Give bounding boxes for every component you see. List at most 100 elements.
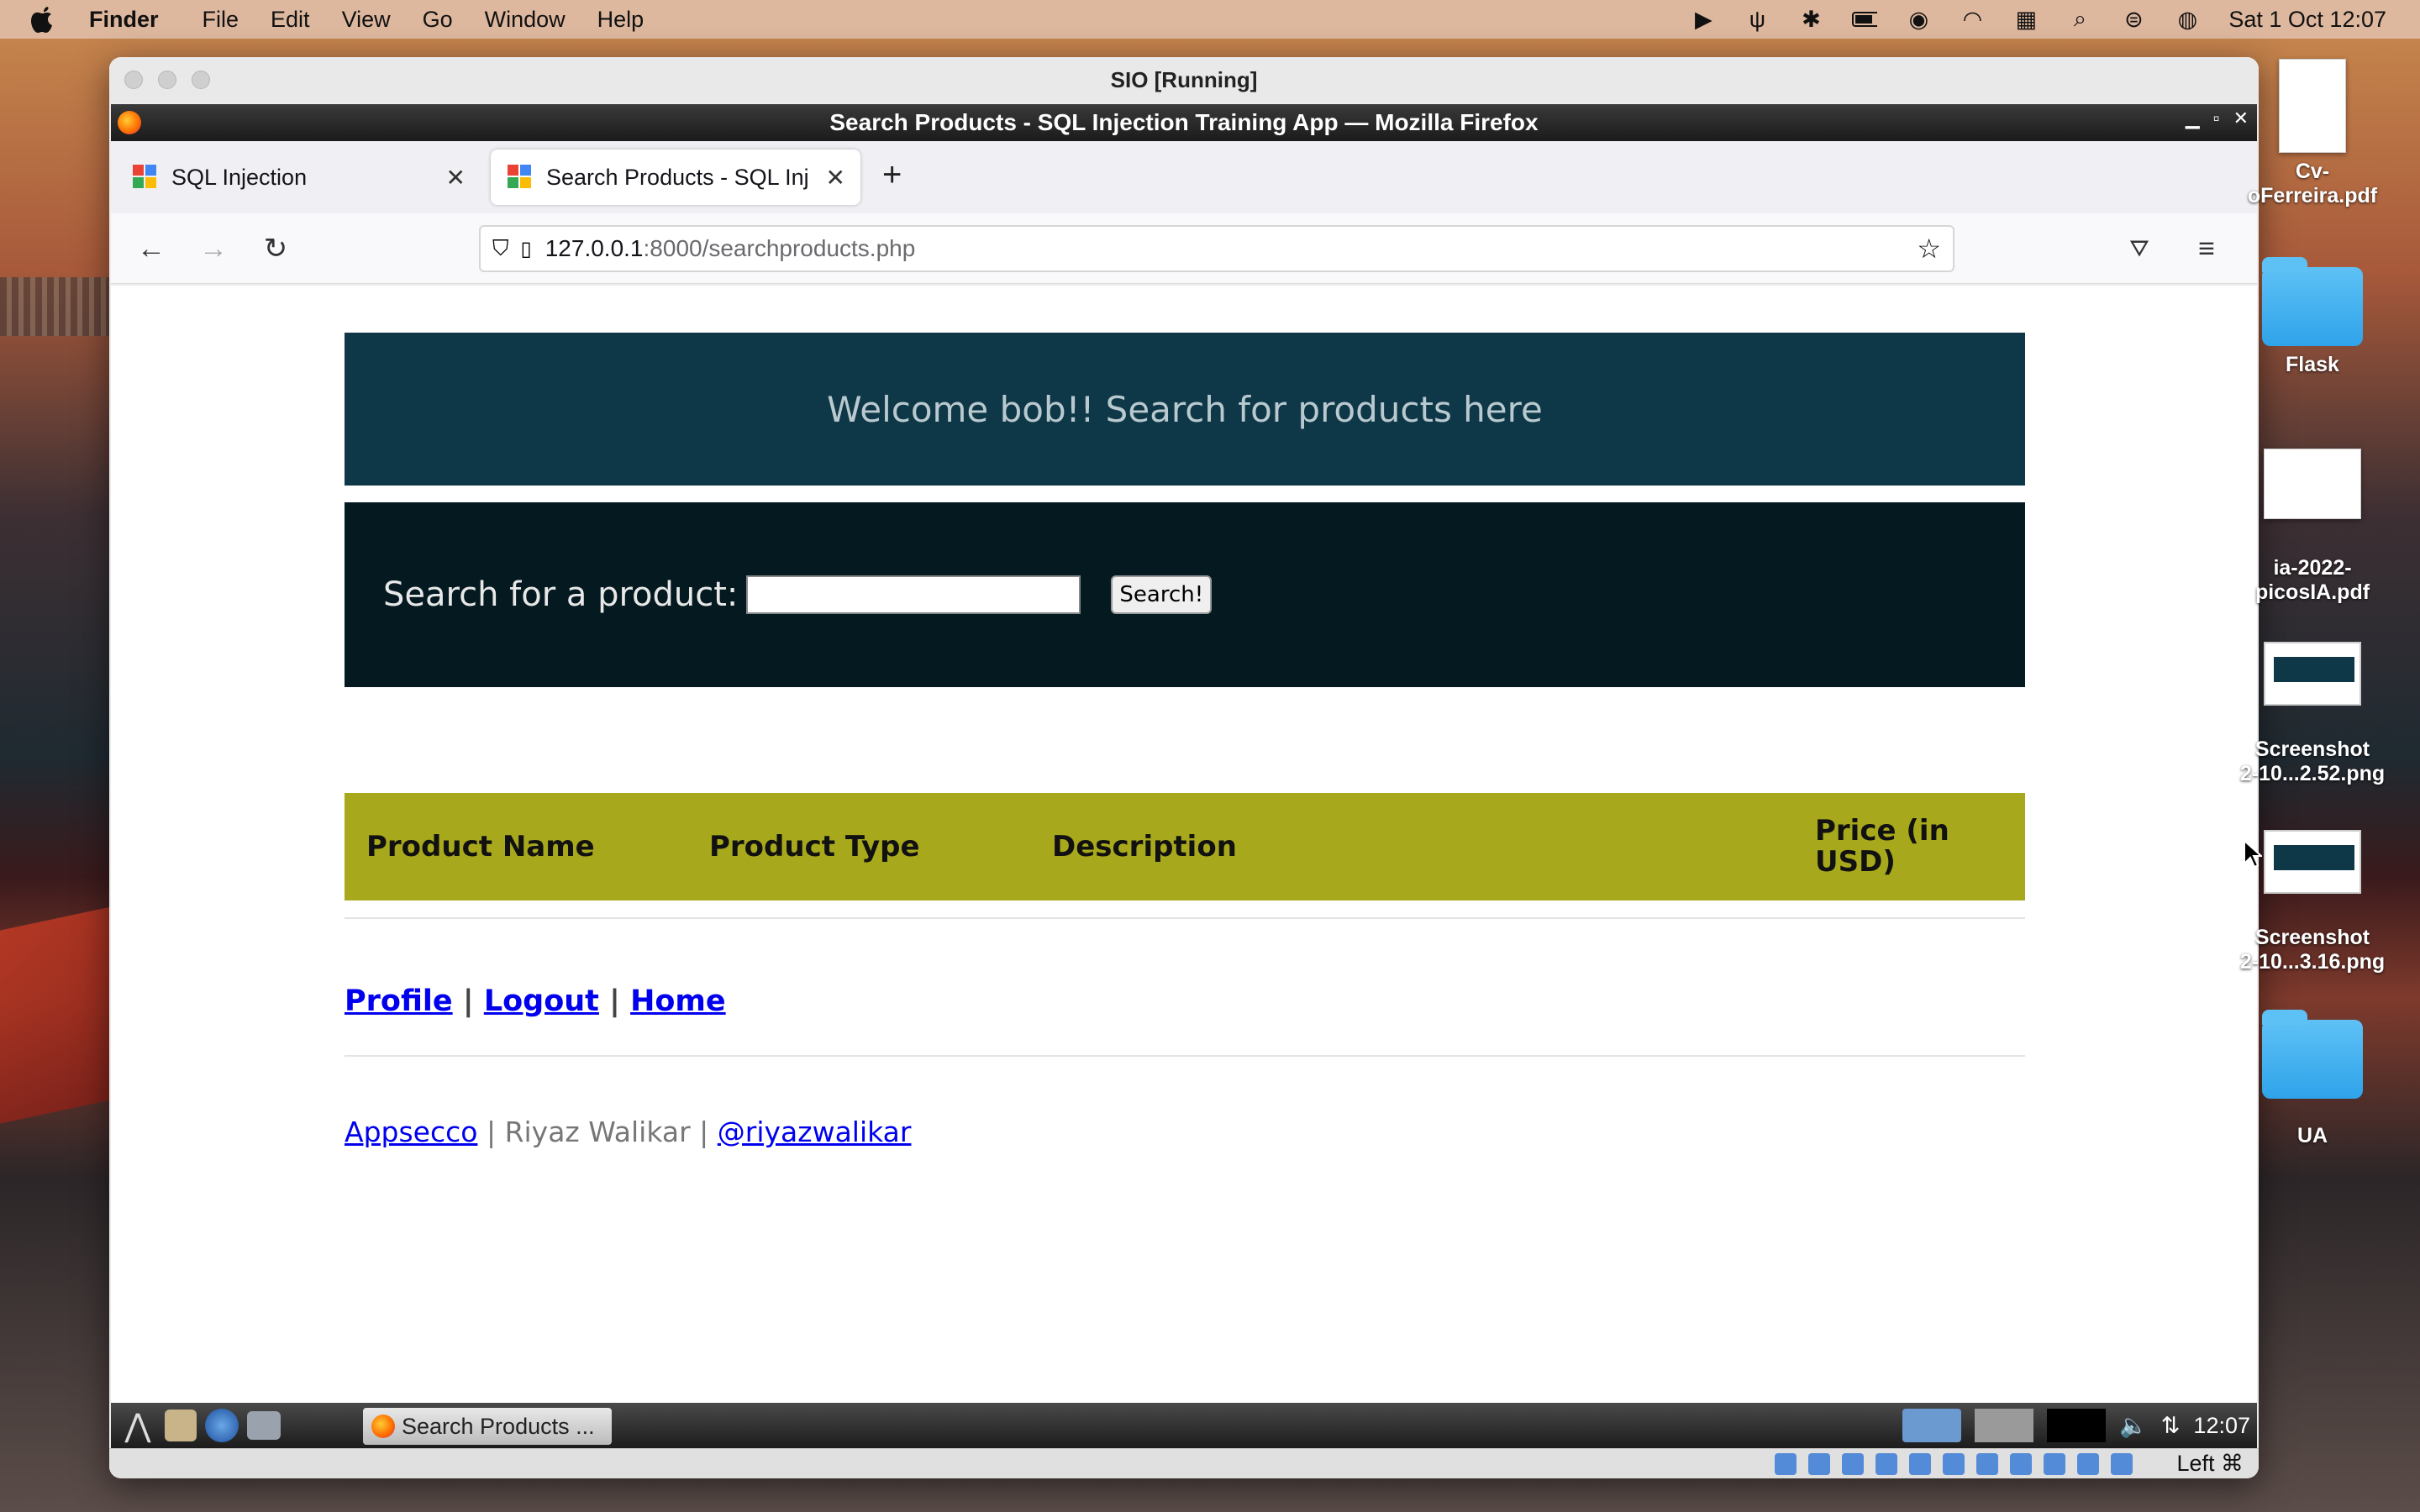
product-search-input[interactable] [746,575,1081,614]
search-button[interactable]: Search! [1111,575,1213,614]
column-description: Description [1052,830,1237,864]
url-path: :8000/searchproducts.php [643,235,916,261]
show-desktop-icon[interactable] [247,1411,281,1440]
close-tab-icon[interactable]: ✕ [446,164,466,192]
appsecco-link[interactable]: Appsecco [345,1116,477,1148]
cpu-icon[interactable] [2044,1453,2065,1475]
column-product-name: Product Name [366,830,595,864]
shield-icon[interactable]: ⛉ [492,235,509,262]
desktop-icon-ua-folder[interactable]: UA [2228,1010,2396,1148]
mouse-integration-icon[interactable] [2077,1453,2099,1475]
volume-icon[interactable]: 🔈 [2119,1412,2148,1439]
display-icon[interactable] [1976,1453,1998,1475]
workspace-2-icon[interactable] [1975,1409,2034,1442]
page-info-icon[interactable]: ▯ [521,237,532,261]
link-separator: | [462,984,474,1018]
maximize-icon[interactable]: ▫ [2213,108,2220,129]
home-link[interactable]: Home [630,984,726,1018]
optical-drive-icon[interactable] [1808,1453,1830,1475]
new-tab-button[interactable]: + [882,156,902,194]
spotlight-search-icon[interactable]: ⌕ [2067,6,2092,32]
keyboard-icon[interactable]: ▦ [2013,7,2039,32]
logout-link[interactable]: Logout [484,984,599,1018]
usb-icon[interactable] [1909,1453,1931,1475]
menu-window[interactable]: Window [485,7,566,33]
start-menu-icon[interactable]: ⋀ [119,1407,156,1444]
products-table-header: Product Name Product Type Description Pr… [345,793,2025,900]
file-manager-icon[interactable] [165,1410,197,1441]
minimize-window-button[interactable] [158,71,176,89]
taskbar-firefox-task[interactable]: Search Products ... [363,1408,612,1445]
cpu-monitor-icon [2047,1409,2107,1442]
virtualbox-status-bar: Left ⌘ [109,1448,2259,1478]
menu-help[interactable]: Help [597,7,644,33]
desktop-icon-label: 2-10...3.16.png [2239,950,2386,974]
desktop-icon-ia-pdf[interactable]: ia-2022- picosIA.pdf [2228,449,2396,605]
bluetooth-icon[interactable]: ✱ [1798,7,1823,32]
close-tab-icon[interactable]: ✕ [826,164,845,192]
desktop-icon-screenshot-1[interactable]: Screenshot 2-10...2.52.png [2228,642,2396,786]
zoom-window-button[interactable] [192,71,210,89]
firefox-logo-icon [118,111,141,134]
control-center-icon[interactable]: ⊜ [2121,7,2146,32]
desktop-icon-label: UA [2296,1124,2328,1147]
recording-icon[interactable] [2010,1453,2032,1475]
battery-icon[interactable] [1852,7,1878,32]
wifi-icon[interactable]: ◠ [1960,7,1985,32]
navigation-toolbar: ← → ↻ ⛉ ▯ 127.0.0.1 :8000/searchproducts… [111,213,2257,284]
profile-link[interactable]: Profile [345,984,453,1018]
divider [345,1055,2025,1057]
desktop-icon-flask-folder[interactable]: Flask [2228,257,2396,377]
url-bar[interactable]: ⛉ ▯ 127.0.0.1 :8000/searchproducts.php ☆ [479,225,1954,272]
nav-links: Profile | Logout | Home [345,984,726,1018]
tab-sql-injection[interactable]: SQL Injection ✕ [116,150,481,205]
firefox-logo-icon [371,1415,395,1438]
twitter-handle-link[interactable]: @riyazwalikar [718,1116,912,1148]
apple-menu-icon[interactable] [30,5,64,34]
tab-strip: SQL Injection ✕ Search Products - SQL In… [111,141,2257,213]
back-icon[interactable]: ← [134,232,168,265]
pdf-document-icon [2279,59,2346,153]
tuning-fork-icon[interactable]: ψ [1744,7,1770,32]
desktop-icon-label: 2-10...2.52.png [2239,762,2386,785]
user-account-icon[interactable]: ◉ [1906,7,1931,32]
desktop-wallpaper-decor-2 [0,277,118,336]
minimize-icon[interactable]: ▁ [2186,108,2200,129]
desktop-icon-label: picosIA.pdf [2254,580,2370,604]
reload-icon[interactable]: ↻ [259,232,292,265]
menu-view[interactable]: View [342,7,391,33]
folder-icon [2262,257,2363,346]
virtualbox-title-bar: SIO [Running] [109,57,2259,102]
guest-taskbar: ⋀ Search Products ... 🔈 ⇅ 12:07 [111,1403,2257,1448]
close-window-button[interactable] [124,71,143,89]
tab-search-products[interactable]: Search Products - SQL Inj ✕ [491,150,860,205]
web-browser-icon[interactable] [205,1409,239,1442]
menu-go[interactable]: Go [423,7,453,33]
tab-label: Search Products - SQL Inj [546,164,809,190]
menu-file[interactable]: File [203,7,239,33]
hamburger-menu-icon[interactable]: ≡ [2190,232,2223,265]
pocket-icon[interactable]: ⛛ [2123,232,2156,265]
menubar-clock[interactable]: Sat 1 Oct 12:07 [2228,7,2386,33]
image-thumbnail-icon [2264,642,2361,706]
desktop-icon-cv-pdf[interactable]: Cv- oFerreira.pdf [2228,59,2396,208]
column-price: Price (in USD) [1815,813,1949,879]
menu-app-finder[interactable]: Finder [89,7,159,33]
network-adapter-icon[interactable] [1876,1453,1897,1475]
siri-icon[interactable]: ◍ [2175,7,2200,32]
storage-icon[interactable] [1775,1453,1797,1475]
audio-icon[interactable] [1842,1453,1864,1475]
window-controls [124,71,210,89]
forward-icon[interactable]: → [197,232,230,265]
menu-edit[interactable]: Edit [271,7,310,33]
shared-folders-icon[interactable] [1943,1453,1965,1475]
play-status-icon[interactable]: ▶ [1691,7,1716,32]
network-icon[interactable]: ⇅ [2161,1413,2181,1439]
workspace-1-icon[interactable] [1902,1409,1962,1442]
bookmark-star-icon[interactable]: ☆ [1917,233,1941,265]
tab-favicon-icon [508,165,533,190]
desktop-icon-label: Screenshot [2254,738,2370,761]
taskbar-task-label: Search Products ... [402,1413,595,1439]
folder-icon [2262,1010,2363,1099]
keyboard-capture-icon[interactable] [2111,1453,2133,1475]
